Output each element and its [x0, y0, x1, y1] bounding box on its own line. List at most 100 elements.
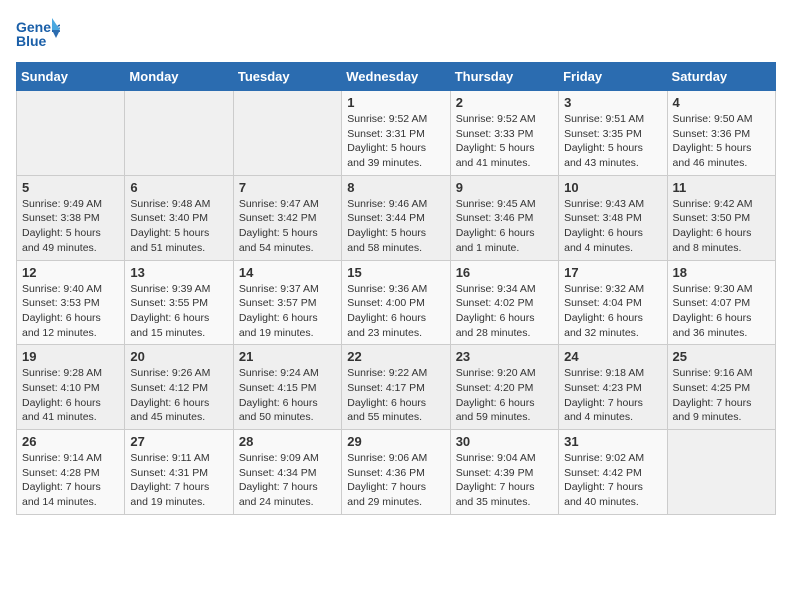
calendar-cell: 9 Sunrise: 9:45 AM Sunset: 3:46 PM Daylig…: [450, 175, 558, 260]
day-number: 13: [130, 265, 227, 280]
weekday-header-thursday: Thursday: [450, 63, 558, 91]
day-number: 11: [673, 180, 770, 195]
calendar-cell: 29 Sunrise: 9:06 AM Sunset: 4:36 PM Dayli…: [342, 430, 450, 515]
day-info: Sunrise: 9:16 AM Sunset: 4:25 PM Dayligh…: [673, 366, 770, 425]
day-number: 14: [239, 265, 336, 280]
day-info: Sunrise: 9:52 AM Sunset: 3:31 PM Dayligh…: [347, 112, 444, 171]
day-number: 2: [456, 95, 553, 110]
day-number: 22: [347, 349, 444, 364]
day-number: 25: [673, 349, 770, 364]
day-info: Sunrise: 9:51 AM Sunset: 3:35 PM Dayligh…: [564, 112, 661, 171]
day-info: Sunrise: 9:04 AM Sunset: 4:39 PM Dayligh…: [456, 451, 553, 510]
weekday-header-saturday: Saturday: [667, 63, 775, 91]
calendar-table: SundayMondayTuesdayWednesdayThursdayFrid…: [16, 62, 776, 515]
day-info: Sunrise: 9:06 AM Sunset: 4:36 PM Dayligh…: [347, 451, 444, 510]
day-number: 10: [564, 180, 661, 195]
svg-text:Blue: Blue: [16, 33, 47, 49]
day-number: 3: [564, 95, 661, 110]
page-header: General Blue: [16, 16, 776, 52]
day-info: Sunrise: 9:30 AM Sunset: 4:07 PM Dayligh…: [673, 282, 770, 341]
calendar-cell: 21 Sunrise: 9:24 AM Sunset: 4:15 PM Dayli…: [233, 345, 341, 430]
calendar-cell: 25 Sunrise: 9:16 AM Sunset: 4:25 PM Dayli…: [667, 345, 775, 430]
weekday-header-sunday: Sunday: [17, 63, 125, 91]
day-number: 16: [456, 265, 553, 280]
calendar-cell: [667, 430, 775, 515]
calendar-cell: 7 Sunrise: 9:47 AM Sunset: 3:42 PM Daylig…: [233, 175, 341, 260]
day-info: Sunrise: 9:45 AM Sunset: 3:46 PM Dayligh…: [456, 197, 553, 256]
day-info: Sunrise: 9:26 AM Sunset: 4:12 PM Dayligh…: [130, 366, 227, 425]
day-number: 20: [130, 349, 227, 364]
calendar-cell: 15 Sunrise: 9:36 AM Sunset: 4:00 PM Dayli…: [342, 260, 450, 345]
day-number: 21: [239, 349, 336, 364]
day-number: 17: [564, 265, 661, 280]
day-number: 9: [456, 180, 553, 195]
day-info: Sunrise: 9:09 AM Sunset: 4:34 PM Dayligh…: [239, 451, 336, 510]
day-info: Sunrise: 9:14 AM Sunset: 4:28 PM Dayligh…: [22, 451, 119, 510]
day-info: Sunrise: 9:18 AM Sunset: 4:23 PM Dayligh…: [564, 366, 661, 425]
day-number: 24: [564, 349, 661, 364]
weekday-header-monday: Monday: [125, 63, 233, 91]
calendar-cell: 23 Sunrise: 9:20 AM Sunset: 4:20 PM Dayli…: [450, 345, 558, 430]
day-info: Sunrise: 9:52 AM Sunset: 3:33 PM Dayligh…: [456, 112, 553, 171]
day-info: Sunrise: 9:22 AM Sunset: 4:17 PM Dayligh…: [347, 366, 444, 425]
calendar-cell: 19Sunrise: 9:28 AM Sunset: 4:10 PM Dayli…: [17, 345, 125, 430]
day-info: Sunrise: 9:40 AM Sunset: 3:53 PM Dayligh…: [22, 282, 119, 341]
day-number: 27: [130, 434, 227, 449]
calendar-cell: [125, 91, 233, 176]
day-info: Sunrise: 9:43 AM Sunset: 3:48 PM Dayligh…: [564, 197, 661, 256]
calendar-cell: 26 Sunrise: 9:14 AM Sunset: 4:28 PM Dayli…: [17, 430, 125, 515]
calendar-cell: 1 Sunrise: 9:52 AM Sunset: 3:31 PM Daylig…: [342, 91, 450, 176]
calendar-cell: 16 Sunrise: 9:34 AM Sunset: 4:02 PM Dayli…: [450, 260, 558, 345]
weekday-header-friday: Friday: [559, 63, 667, 91]
day-number: 18: [673, 265, 770, 280]
day-number: 26: [22, 434, 119, 449]
calendar-cell: 30 Sunrise: 9:04 AM Sunset: 4:39 PM Dayli…: [450, 430, 558, 515]
day-info: Sunrise: 9:47 AM Sunset: 3:42 PM Dayligh…: [239, 197, 336, 256]
logo: General Blue: [16, 16, 64, 52]
day-number: 7: [239, 180, 336, 195]
calendar-cell: 17 Sunrise: 9:32 AM Sunset: 4:04 PM Dayli…: [559, 260, 667, 345]
calendar-cell: 31 Sunrise: 9:02 AM Sunset: 4:42 PM Dayli…: [559, 430, 667, 515]
calendar-cell: 12 Sunrise: 9:40 AM Sunset: 3:53 PM Dayli…: [17, 260, 125, 345]
calendar-cell: 5Sunrise: 9:49 AM Sunset: 3:38 PM Daylig…: [17, 175, 125, 260]
calendar-cell: 11 Sunrise: 9:42 AM Sunset: 3:50 PM Dayli…: [667, 175, 775, 260]
day-info: Sunrise: 9:32 AM Sunset: 4:04 PM Dayligh…: [564, 282, 661, 341]
day-number: 8: [347, 180, 444, 195]
day-number: 19: [22, 349, 119, 364]
calendar-cell: [233, 91, 341, 176]
calendar-cell: 28 Sunrise: 9:09 AM Sunset: 4:34 PM Dayli…: [233, 430, 341, 515]
day-info: Sunrise: 9:34 AM Sunset: 4:02 PM Dayligh…: [456, 282, 553, 341]
day-number: 30: [456, 434, 553, 449]
day-number: 1: [347, 95, 444, 110]
day-info: Sunrise: 9:50 AM Sunset: 3:36 PM Dayligh…: [673, 112, 770, 171]
day-number: 12: [22, 265, 119, 280]
day-number: 23: [456, 349, 553, 364]
day-info: Sunrise: 9:48 AM Sunset: 3:40 PM Dayligh…: [130, 197, 227, 256]
day-info: Sunrise: 9:02 AM Sunset: 4:42 PM Dayligh…: [564, 451, 661, 510]
weekday-header-tuesday: Tuesday: [233, 63, 341, 91]
day-number: 31: [564, 434, 661, 449]
calendar-cell: 13 Sunrise: 9:39 AM Sunset: 3:55 PM Dayli…: [125, 260, 233, 345]
calendar-cell: 6 Sunrise: 9:48 AM Sunset: 3:40 PM Daylig…: [125, 175, 233, 260]
calendar-cell: 27Sunrise: 9:11 AM Sunset: 4:31 PM Dayli…: [125, 430, 233, 515]
day-number: 4: [673, 95, 770, 110]
calendar-cell: 24 Sunrise: 9:18 AM Sunset: 4:23 PM Dayli…: [559, 345, 667, 430]
day-info: Sunrise: 9:36 AM Sunset: 4:00 PM Dayligh…: [347, 282, 444, 341]
day-number: 28: [239, 434, 336, 449]
day-number: 29: [347, 434, 444, 449]
day-info: Sunrise: 9:46 AM Sunset: 3:44 PM Dayligh…: [347, 197, 444, 256]
calendar-cell: 8 Sunrise: 9:46 AM Sunset: 3:44 PM Daylig…: [342, 175, 450, 260]
day-number: 5: [22, 180, 119, 195]
weekday-header-wednesday: Wednesday: [342, 63, 450, 91]
calendar-cell: 22 Sunrise: 9:22 AM Sunset: 4:17 PM Dayli…: [342, 345, 450, 430]
day-info: Sunrise: 9:20 AM Sunset: 4:20 PM Dayligh…: [456, 366, 553, 425]
day-info: Sunrise: 9:37 AM Sunset: 3:57 PM Dayligh…: [239, 282, 336, 341]
logo-icon: General Blue: [16, 16, 60, 52]
day-info: Sunrise: 9:24 AM Sunset: 4:15 PM Dayligh…: [239, 366, 336, 425]
day-number: 15: [347, 265, 444, 280]
day-info: Sunrise: 9:42 AM Sunset: 3:50 PM Dayligh…: [673, 197, 770, 256]
day-info: Sunrise: 9:39 AM Sunset: 3:55 PM Dayligh…: [130, 282, 227, 341]
day-number: 6: [130, 180, 227, 195]
calendar-cell: 3 Sunrise: 9:51 AM Sunset: 3:35 PM Daylig…: [559, 91, 667, 176]
calendar-cell: 14 Sunrise: 9:37 AM Sunset: 3:57 PM Dayli…: [233, 260, 341, 345]
